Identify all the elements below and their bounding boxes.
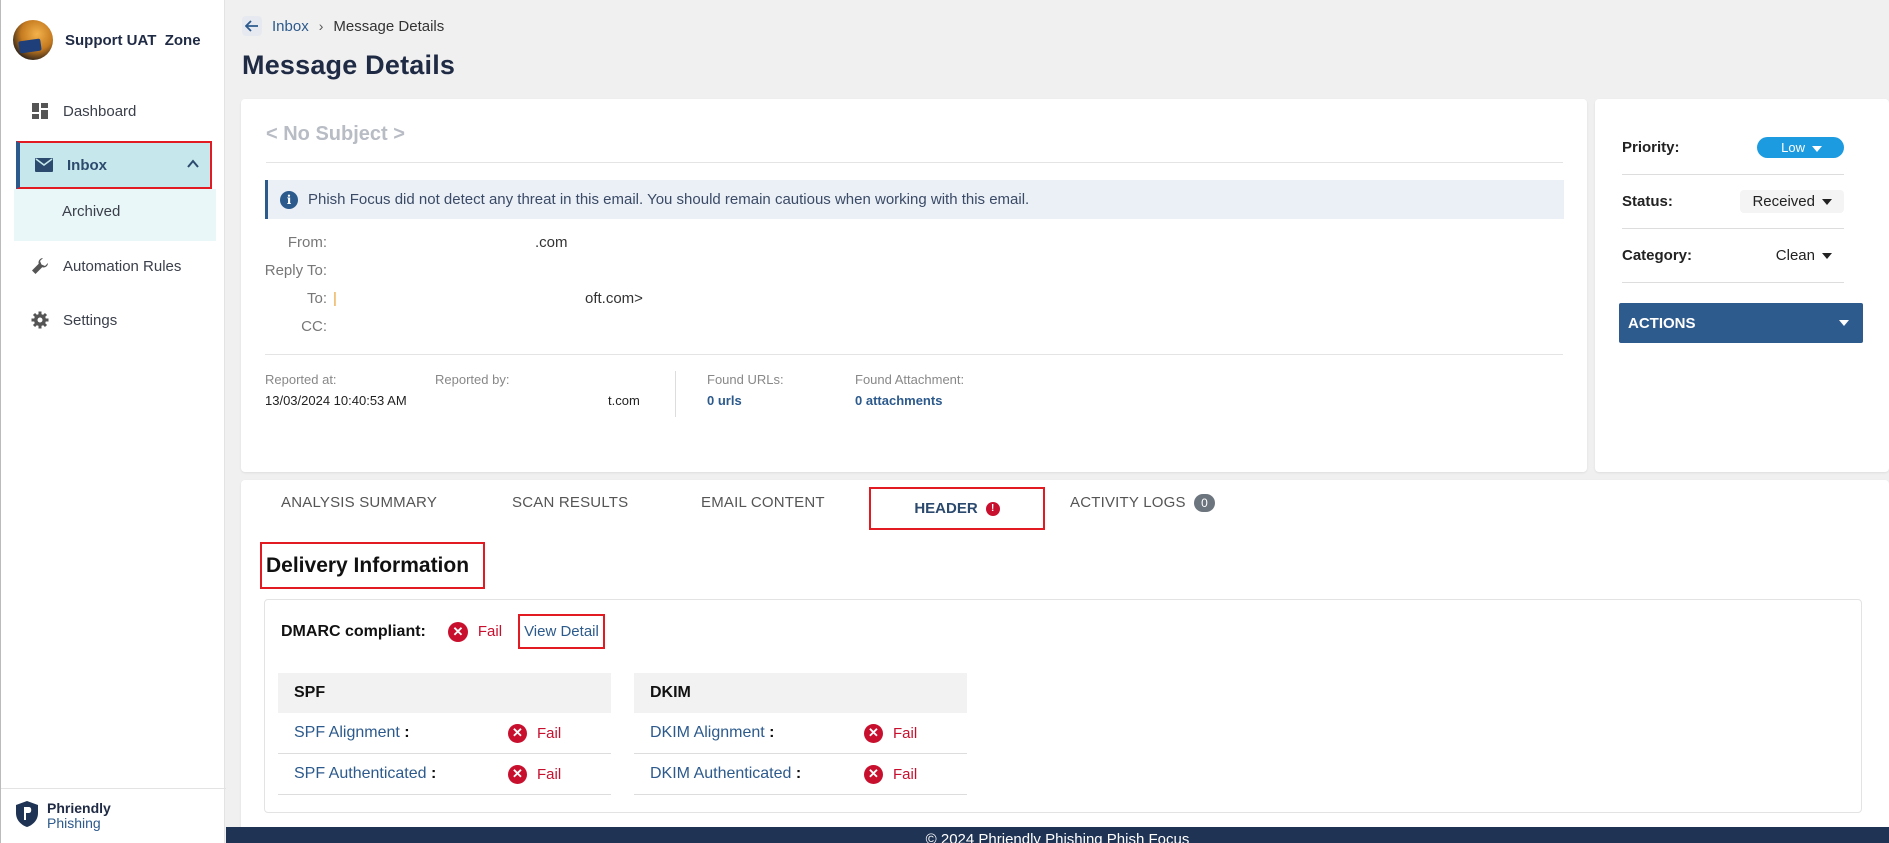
dmarc-row: DMARC compliant: ✕ Fail View Detail [281, 614, 605, 649]
fail-icon: ✕ [447, 621, 468, 642]
found-attachments-link[interactable]: 0 attachments [855, 393, 964, 408]
fail-icon: ✕ [864, 723, 883, 743]
fail-icon: ✕ [864, 764, 883, 784]
caret-down-icon [1822, 253, 1832, 260]
footer: © 2024 Phriendly Phishing Phish Focus [226, 827, 1889, 843]
from-value: .com [535, 234, 568, 251]
fail-icon: ✕ [508, 723, 527, 743]
priority-dropdown[interactable]: Low [1757, 137, 1844, 158]
threat-alert: i Phish Focus did not detect any threat … [265, 180, 1564, 219]
shield-icon [15, 800, 39, 833]
sidebar-item-label: Automation Rules [63, 257, 182, 275]
org-avatar [13, 20, 53, 60]
logo-text: Phriendly Phishing [47, 800, 111, 831]
status-row: Status: Received [1622, 175, 1844, 229]
breadcrumb-current: Message Details [333, 17, 445, 35]
dkim-authenticated-link[interactable]: DKIM Authenticated [650, 765, 791, 782]
found-urls-link[interactable]: 0 urls [707, 393, 784, 408]
table-row: SPF Authenticated : ✕ Fail [278, 754, 611, 795]
dmarc-status: Fail [477, 623, 503, 640]
tab-header[interactable]: HEADER ! [869, 487, 1045, 530]
page-title: Message Details [242, 50, 456, 80]
delivery-information-title: Delivery Information [260, 542, 485, 589]
dashboard-icon [31, 102, 49, 120]
caret-down-icon [1839, 320, 1849, 326]
sidebar-item-settings[interactable]: Settings [16, 297, 216, 343]
dkim-table: DKIM DKIM Alignment : ✕ Fail DKIM Authent… [634, 673, 967, 795]
chevron-right-icon: › [318, 18, 324, 34]
alert-text: Phish Focus did not detect any threat in… [308, 191, 1030, 208]
table-row: DKIM Authenticated : ✕ Fail [634, 754, 967, 795]
sidebar: Support UAT Zone Dashboard Inbox Archive… [0, 0, 226, 843]
sidebar-item-inbox[interactable]: Inbox [16, 141, 212, 189]
tab-scan-results[interactable]: SCAN RESULTS [512, 494, 628, 511]
tab-analysis-summary[interactable]: ANALYSIS SUMMARY [281, 494, 437, 511]
sidebar-item-label: Dashboard [63, 102, 137, 120]
sidebar-item-automation-rules[interactable]: Automation Rules [16, 243, 216, 289]
fail-icon: ✕ [508, 764, 527, 784]
activity-count-badge: 0 [1194, 494, 1215, 512]
detail-tabs-card: ANALYSIS SUMMARY SCAN RESULTS EMAIL CONT… [241, 480, 1889, 843]
status-dropdown[interactable]: Received [1740, 190, 1844, 213]
dkim-header: DKIM [634, 673, 967, 713]
chevron-up-icon[interactable] [186, 157, 200, 175]
wrench-icon [31, 257, 49, 275]
spf-table: SPF SPF Alignment : ✕ Fail SPF Authentica… [278, 673, 611, 795]
to-value: oft.com> [585, 290, 643, 307]
tab-email-content[interactable]: EMAIL CONTENT [701, 494, 825, 511]
divider [675, 371, 676, 417]
table-row: SPF Alignment : ✕ Fail [278, 713, 611, 754]
divider [266, 162, 1563, 163]
view-detail-link[interactable]: View Detail [518, 614, 605, 649]
message-subject: < No Subject > [266, 123, 405, 145]
reported-at: Reported at: 13/03/2024 10:40:53 AM [265, 372, 407, 408]
category-dropdown[interactable]: Clean [1763, 244, 1844, 267]
message-status-card: Priority: Low Status: Received Category:… [1595, 99, 1889, 472]
spf-alignment-link[interactable]: SPF Alignment [294, 724, 400, 741]
caret-down-icon [1812, 145, 1822, 152]
sidebar-item-archived[interactable]: Archived [62, 203, 120, 220]
sidebar-item-dashboard[interactable]: Dashboard [16, 88, 216, 134]
priority-row: Priority: Low [1622, 121, 1844, 175]
caret-down-icon [1822, 199, 1832, 206]
sidebar-item-label: Settings [63, 311, 118, 329]
org-name: Support UAT Zone [65, 31, 201, 49]
found-attachments: Found Attachment: 0 attachments [855, 372, 965, 408]
info-icon: i [280, 190, 298, 209]
error-icon: ! [985, 501, 1000, 516]
message-card: < No Subject > i Phish Focus did not det… [241, 99, 1587, 472]
spf-header: SPF [278, 673, 611, 713]
back-arrow-icon[interactable] [242, 16, 262, 36]
company-logo: Phriendly Phishing [1, 788, 226, 843]
reported-by: Reported by: t.com [435, 372, 640, 408]
divider [265, 354, 1563, 355]
sidebar-item-label: Inbox [67, 156, 107, 174]
category-row: Category: Clean [1622, 229, 1844, 283]
delivery-info-panel: DMARC compliant: ✕ Fail View Detail SPF … [264, 599, 1862, 813]
dkim-alignment-link[interactable]: DKIM Alignment [650, 724, 765, 741]
actions-dropdown-button[interactable]: ACTIONS [1619, 303, 1863, 343]
tab-activity-logs[interactable]: ACTIVITY LOGS 0 [1070, 494, 1215, 512]
found-urls: Found URLs: 0 urls [707, 372, 784, 408]
org-brand[interactable]: Support UAT Zone [13, 20, 201, 60]
breadcrumb-inbox-link[interactable]: Inbox [272, 18, 309, 35]
mail-icon [35, 156, 53, 174]
table-row: DKIM Alignment : ✕ Fail [634, 713, 967, 754]
main-content: Inbox › Message Details Message Details … [226, 0, 1889, 843]
gear-icon [31, 311, 49, 329]
breadcrumb: Inbox › Message Details [242, 16, 444, 36]
spf-authenticated-link[interactable]: SPF Authenticated [294, 765, 427, 782]
